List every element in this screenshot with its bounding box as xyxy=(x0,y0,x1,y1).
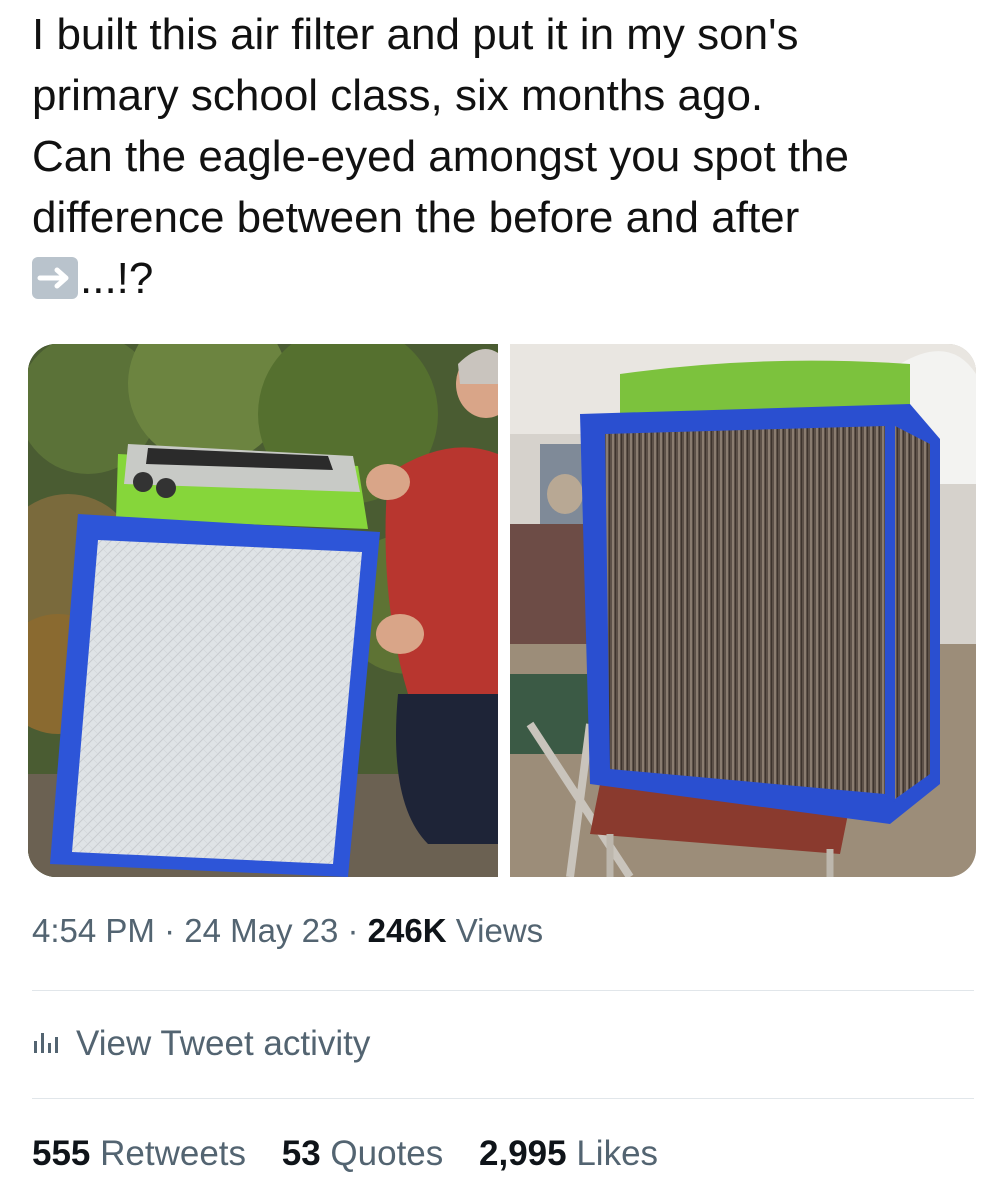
retweets-label: Retweets xyxy=(90,1134,247,1173)
divider xyxy=(32,990,974,991)
views-label: Views xyxy=(446,912,544,949)
tweet-stats: 555 Retweets 53 Quotes 2,995 Likes xyxy=(32,1134,684,1174)
retweets-count: 555 xyxy=(32,1134,91,1173)
views-count: 246K xyxy=(367,912,447,949)
tweet-meta: 4:54 PM · 24 May 23 · 246K Views xyxy=(32,912,543,950)
quotes-label: Quotes xyxy=(320,1134,444,1173)
quotes-count: 53 xyxy=(281,1134,321,1173)
meta-separator: · xyxy=(154,912,185,949)
tweet-media[interactable] xyxy=(28,344,976,877)
likes-stat[interactable]: 2,995 Likes xyxy=(479,1134,658,1173)
tweet-text: I built this air filter and put it in my… xyxy=(32,4,972,309)
divider xyxy=(32,1098,974,1099)
tweet-text-line: Can the eagle-eyed amongst you spot the xyxy=(32,132,849,181)
tweet-text-last-line: ...!? xyxy=(32,248,972,309)
tweet-text-tail: ...!? xyxy=(80,254,154,303)
air-filter-before-photo[interactable] xyxy=(28,344,498,877)
likes-label: Likes xyxy=(566,1134,659,1173)
tweet-text-line: difference between the before and after xyxy=(32,193,800,242)
tweet-text-line: primary school class, six months ago. xyxy=(32,71,764,120)
meta-separator: · xyxy=(338,912,368,949)
likes-count: 2,995 xyxy=(479,1134,567,1173)
bar-chart-icon xyxy=(32,1024,62,1064)
tweet-date[interactable]: 24 May 23 xyxy=(184,912,338,949)
retweets-stat[interactable]: 555 Retweets xyxy=(32,1134,246,1173)
view-tweet-activity-link[interactable]: View Tweet activity xyxy=(32,1024,370,1064)
right-arrow-emoji-icon xyxy=(32,257,78,299)
tweet-time[interactable]: 4:54 PM xyxy=(32,912,155,949)
air-filter-after-photo[interactable] xyxy=(510,344,976,877)
quotes-stat[interactable]: 53 Quotes xyxy=(282,1134,444,1173)
tweet-text-line: I built this air filter and put it in my… xyxy=(32,10,799,59)
view-tweet-activity-label: View Tweet activity xyxy=(76,1024,371,1063)
